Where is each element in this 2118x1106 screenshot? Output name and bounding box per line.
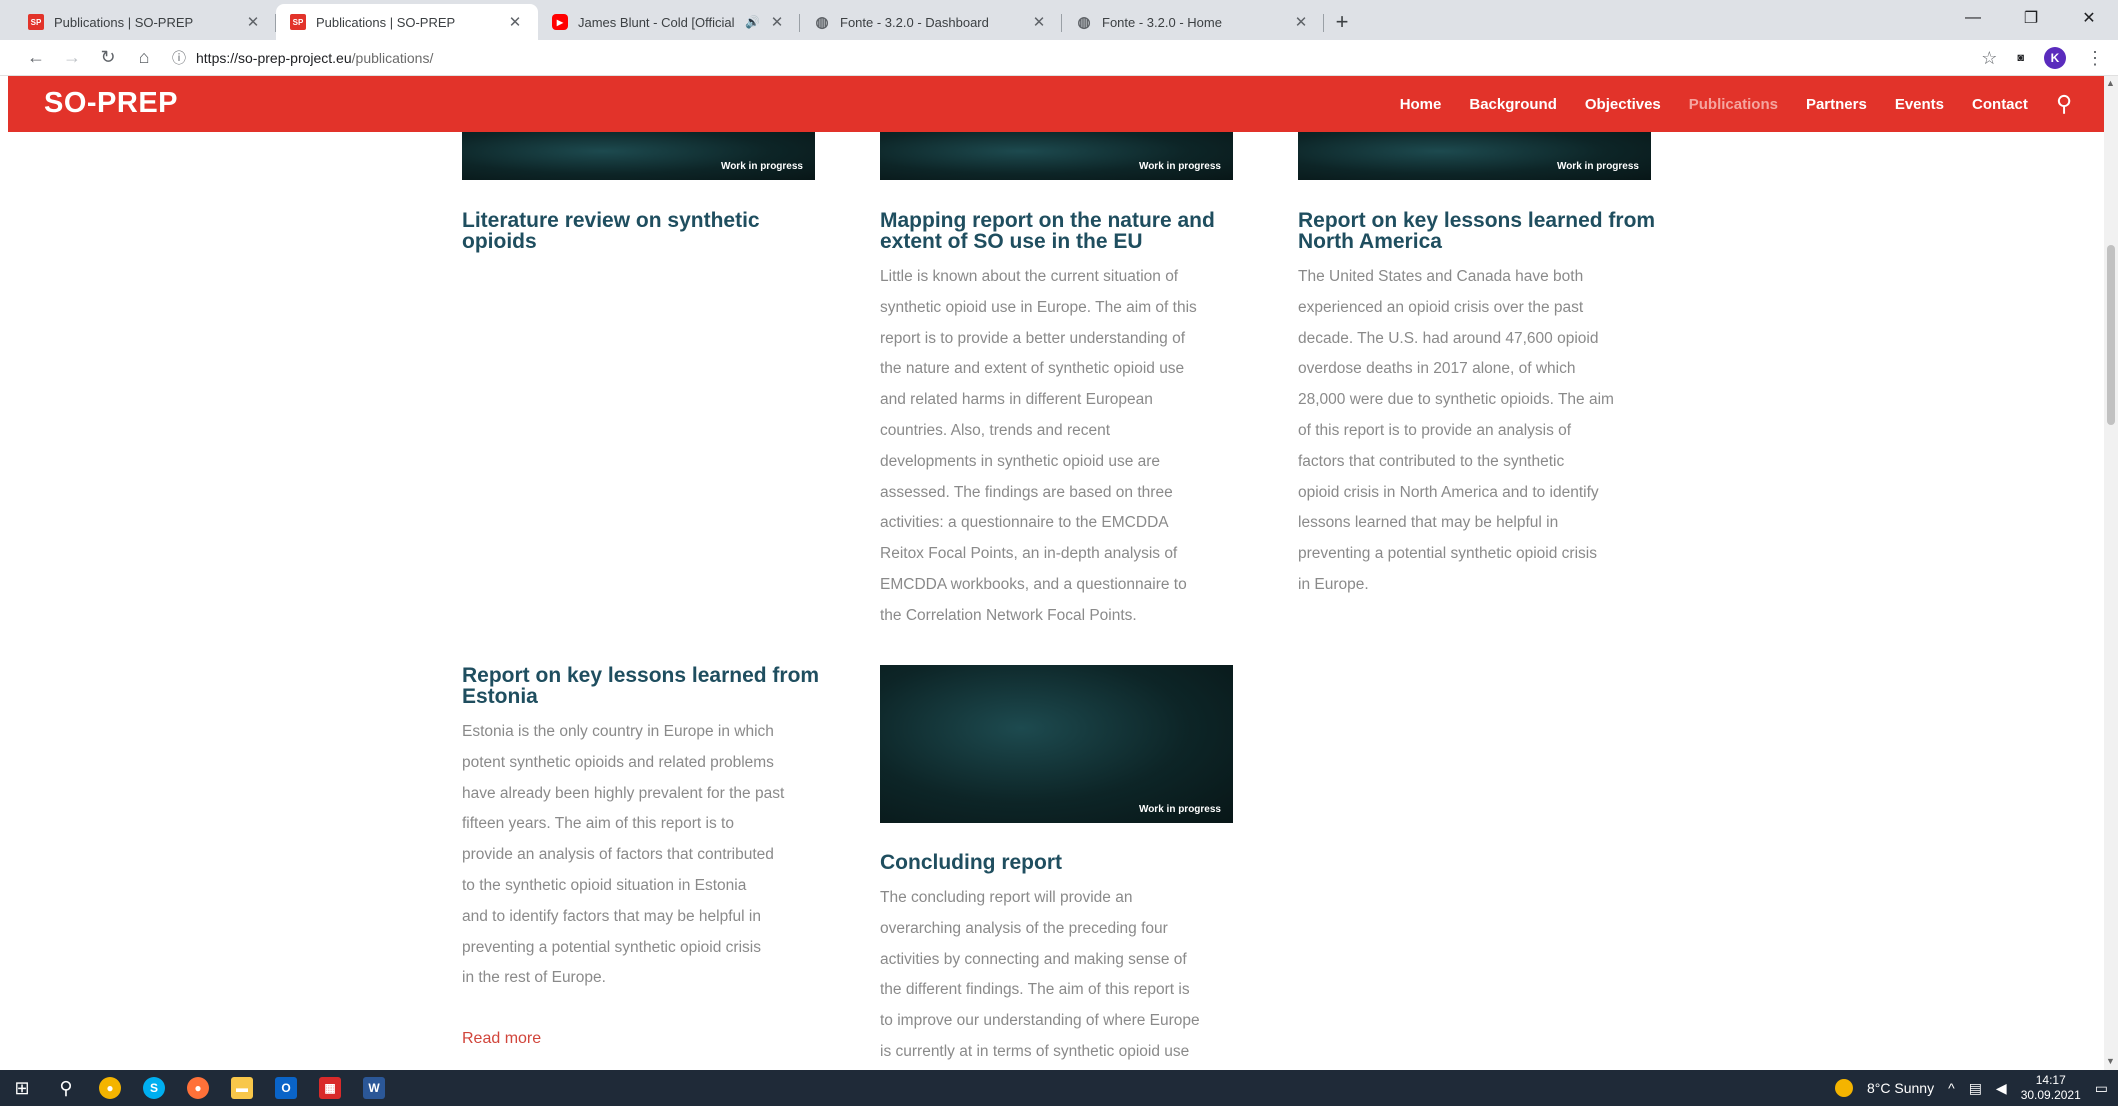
tab-title: Publications | SO-PREP [316,14,456,30]
toolbar-actions: ☆ ◙ K ⋮ [1981,40,2104,76]
app-grid-icon[interactable]: ▦ [308,1070,352,1106]
close-window-button[interactable]: ✕ [2060,0,2118,36]
url-host: https://so-prep-project.eu [196,49,352,66]
minimize-button[interactable]: — [1944,0,2002,36]
card-image-north-america[interactable]: Work in progress [1298,132,1651,180]
weather-text[interactable]: 8°C Sunny [1867,1080,1934,1096]
word-icon[interactable]: W [352,1070,396,1106]
windows-start-icon[interactable]: ⊞ [0,1070,44,1106]
wip-label: Work in progress [1138,161,1221,172]
scroll-up-arrow-icon[interactable]: ▲ [2106,78,2115,88]
scroll-down-arrow-icon[interactable]: ▼ [2106,1056,2115,1066]
card-title-north-america[interactable]: Report on key lessons learned from North… [1298,210,1668,252]
card-text-north-america: The United States and Canada have both e… [1298,268,1614,593]
card-text-concluding: The concluding report will provide an ov… [880,889,1200,1060]
globe-icon: ◍ [1077,14,1091,31]
card-title-mapping[interactable]: Mapping report on the nature and extent … [880,210,1250,252]
nav-objectives[interactable]: Objectives [1585,96,1661,113]
new-tab-button[interactable]: + [1324,4,1360,40]
wip-label: Work in progress [1138,804,1221,815]
back-button[interactable]: ← [18,43,54,73]
card-image-concluding[interactable]: Work in progress [880,665,1233,823]
windows-taskbar: ⊞ ⚲ ● S ● ▬ O ▦ W 8°C Sunny ^ ▤ ◀ 14:17 … [0,1070,2118,1106]
search-icon[interactable]: ⚲ [2056,91,2072,117]
file-explorer-icon[interactable]: ▬ [220,1070,264,1106]
card-title-literature[interactable]: Literature review on synthetic opioids [462,210,832,252]
firefox-icon[interactable]: ● [176,1070,220,1106]
browser-tab[interactable]: ▶ James Blunt - Cold [Official 🔊 ✕ [538,4,800,40]
card-text-estonia: Estonia is the only country in Europe in… [462,723,785,987]
info-icon[interactable]: ⓘ [172,48,186,68]
site-header: SO-PREP Home Background Objectives Publi… [8,76,2104,132]
chrome-icon[interactable]: ● [88,1070,132,1106]
taskbar-search-icon[interactable]: ⚲ [44,1070,88,1106]
card-title-concluding[interactable]: Concluding report [880,852,1250,873]
card-image-mapping[interactable]: Work in progress [880,132,1233,180]
browser-tab[interactable]: SP Publications | SO-PREP ✕ [14,4,276,40]
site-logo[interactable]: SO-PREP [44,87,178,120]
home-button[interactable]: ⌂ [126,43,162,73]
window-controls: — ❐ ✕ [1944,0,2118,36]
so-prep-favicon-icon: SP [28,14,44,30]
tab-title: James Blunt - Cold [Official [578,14,735,30]
tray-chevron-icon[interactable]: ^ [1948,1080,1955,1096]
outlook-icon[interactable]: O [264,1070,308,1106]
page-scrollbar[interactable] [2104,76,2118,1070]
scrollbar-thumb[interactable] [2107,245,2115,425]
card-image-literature[interactable]: Work in progress [462,132,815,180]
tab-title: Fonte - 3.2.0 - Home [1102,14,1222,30]
read-more-link[interactable]: Read more [462,1030,541,1048]
skype-icon[interactable]: S [132,1070,176,1106]
wip-label: Work in progress [720,161,803,172]
tab-title: Publications | SO-PREP [54,14,194,30]
tab-title: Fonte - 3.2.0 - Dashboard [840,14,989,30]
wip-label: Work in progress [1556,161,1639,172]
restore-button[interactable]: ❐ [2002,0,2060,36]
browser-toolbar: ← → ↻ ⌂ ⓘ https://so-prep-project.eu/pub… [0,40,2118,76]
nav-partners[interactable]: Partners [1806,96,1867,113]
profile-avatar[interactable]: K [2044,47,2066,69]
weather-sun-icon[interactable] [1835,1079,1854,1097]
taskbar-clock[interactable]: 14:17 30.09.2021 [2021,1073,2081,1103]
youtube-icon: ▶ [552,14,568,30]
system-tray: 8°C Sunny ^ ▤ ◀ 14:17 30.09.2021 ▭ [1835,1070,2108,1106]
nav-background[interactable]: Background [1469,96,1557,113]
nav-publications[interactable]: Publications [1689,96,1778,113]
nav-home[interactable]: Home [1400,96,1442,113]
url-path: /publications/ [351,49,434,66]
address-bar[interactable]: ⓘ https://so-prep-project.eu/publication… [172,43,1932,73]
browser-tab-active[interactable]: SP Publications | SO-PREP ✕ [276,4,538,40]
browser-tab[interactable]: ◍ Fonte - 3.2.0 - Home ✕ [1062,4,1324,40]
browser-tab-strip: SP Publications | SO-PREP ✕ SP Publicati… [0,0,2118,40]
close-icon[interactable]: ✕ [1292,13,1310,31]
forward-button[interactable]: → [54,43,90,73]
so-prep-favicon-icon: SP [290,14,306,30]
nav-events[interactable]: Events [1895,96,1944,113]
extension-icon[interactable]: ◙ [2017,52,2024,64]
speaker-icon[interactable]: 🔊 [745,15,760,29]
globe-icon: ◍ [815,14,829,31]
nav-contact[interactable]: Contact [1972,96,2028,113]
bookmark-star-icon[interactable]: ☆ [1981,48,1997,69]
notifications-icon[interactable]: ▭ [2095,1080,2108,1097]
close-icon[interactable]: ✕ [1030,13,1048,31]
close-icon[interactable]: ✕ [506,13,524,31]
kebab-menu-icon[interactable]: ⋮ [2086,48,2104,69]
volume-icon[interactable]: ◀ [1996,1080,2007,1097]
site-nav: Home Background Objectives Publications … [1400,76,2072,132]
card-text-mapping: Little is known about the current situat… [880,268,1197,624]
browser-tab[interactable]: ◍ Fonte - 3.2.0 - Dashboard ✕ [800,4,1062,40]
close-icon[interactable]: ✕ [244,13,262,31]
card-title-estonia[interactable]: Report on key lessons learned from Eston… [462,665,832,707]
network-icon[interactable]: ▤ [1969,1080,1982,1097]
close-icon[interactable]: ✕ [768,13,786,31]
reload-button[interactable]: ↻ [90,43,126,73]
